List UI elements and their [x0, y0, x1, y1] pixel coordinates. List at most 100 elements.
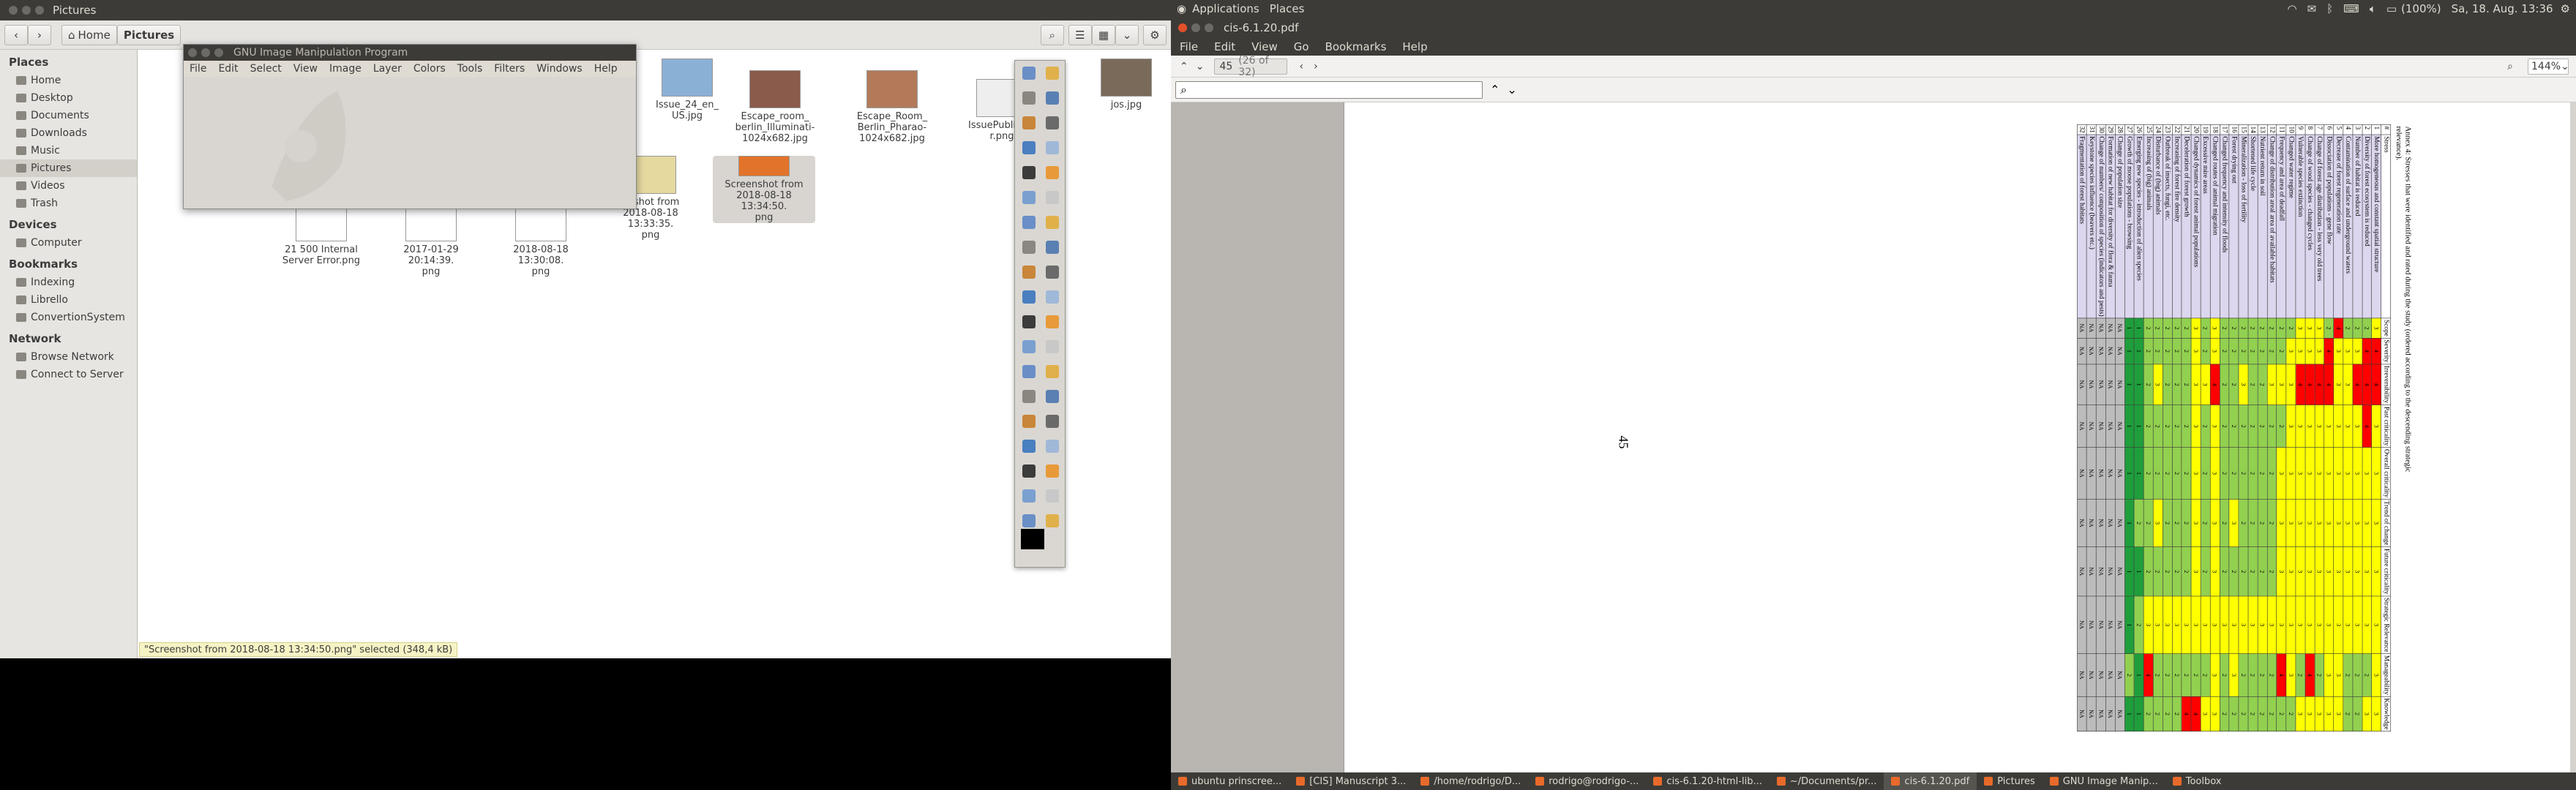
close-window-button[interactable]	[9, 6, 18, 15]
tool-icon[interactable]	[1046, 141, 1059, 154]
history-forward-icon[interactable]: ›	[1314, 61, 1318, 72]
tool-icon[interactable]	[1022, 141, 1036, 154]
evince-menu-item[interactable]: File	[1180, 40, 1198, 53]
tool-icon[interactable]	[1046, 340, 1059, 353]
sidebar-item[interactable]: Music	[0, 142, 137, 159]
file-thumbnail[interactable]: Escape_Room_ Berlin_Pharao- 1024x682.jpg	[841, 70, 943, 144]
tool-icon[interactable]	[1046, 266, 1059, 279]
gimp-menu-item[interactable]: Select	[250, 63, 282, 75]
sidebar-item[interactable]: Librello	[0, 291, 137, 309]
sidebar-item[interactable]: Indexing	[0, 274, 137, 291]
back-button[interactable]: ‹	[4, 24, 28, 45]
sidebar-item[interactable]: Trash	[0, 195, 137, 212]
tool-icon[interactable]	[1022, 216, 1036, 229]
breadcrumb-home[interactable]: ⌂ Home	[61, 24, 117, 45]
tool-icon[interactable]	[1046, 365, 1059, 378]
sidebar-item[interactable]: Browse Network	[0, 348, 137, 366]
sidebar-item[interactable]: Pictures	[0, 159, 137, 177]
keyboard-icon[interactable]: ⌨	[2343, 2, 2359, 15]
gimp-minimize-button[interactable]	[201, 48, 210, 57]
settings-button[interactable]: ⚙	[1143, 24, 1167, 45]
ubuntu-logo-icon[interactable]: ◉	[1177, 2, 1186, 15]
sidebar-item[interactable]: Desktop	[0, 89, 137, 107]
gimp-menu-item[interactable]: Windows	[536, 63, 583, 75]
tool-icon[interactable]	[1046, 464, 1059, 478]
applications-menu[interactable]: Applications	[1192, 2, 1259, 15]
tool-icon[interactable]	[1046, 241, 1059, 254]
forward-button[interactable]: ›	[28, 24, 51, 45]
find-previous-icon[interactable]: ⌃	[1490, 83, 1499, 97]
taskbar-item[interactable]: rodrigo@rodrigo-...	[1528, 772, 1646, 790]
evince-maximize-button[interactable]	[1205, 23, 1213, 32]
gimp-close-button[interactable]	[188, 48, 197, 57]
taskbar-item[interactable]: cis-6.1.20-html-lib...	[1646, 772, 1769, 790]
tool-icon[interactable]	[1022, 340, 1036, 353]
history-back-icon[interactable]: ‹	[1299, 61, 1303, 72]
evince-menu-item[interactable]: Help	[1402, 40, 1427, 53]
gimp-canvas[interactable]	[184, 77, 636, 208]
bluetooth-icon[interactable]: ᛒ	[2326, 2, 2333, 15]
tool-icon[interactable]	[1046, 116, 1059, 129]
tool-icon[interactable]	[1046, 415, 1059, 428]
breadcrumb-pictures[interactable]: Pictures	[116, 24, 181, 45]
sidebar-item[interactable]: ConvertionSystem	[0, 309, 137, 326]
tool-icon[interactable]	[1046, 489, 1059, 503]
wifi-icon[interactable]: ◠	[2287, 2, 2296, 15]
gimp-menu-item[interactable]: Help	[594, 63, 618, 75]
tool-icon[interactable]	[1022, 464, 1036, 478]
sidebar-item[interactable]: Videos	[0, 177, 137, 195]
sidebar-item[interactable]: Downloads	[0, 124, 137, 142]
mail-icon[interactable]: ✉	[2307, 2, 2317, 15]
file-thumbnail[interactable]: Issue_24_en_ US.jpg	[636, 59, 738, 121]
minimize-window-button[interactable]	[22, 6, 31, 15]
tool-icon[interactable]	[1022, 315, 1036, 328]
tool-icon[interactable]	[1046, 315, 1059, 328]
tool-icon[interactable]	[1046, 290, 1059, 304]
tool-icon[interactable]	[1022, 415, 1036, 428]
file-thumbnail[interactable]: Screenshot from 2018-08-18 13:34:50. png	[713, 156, 815, 223]
battery-icon[interactable]: ▭	[2386, 2, 2397, 15]
sidebar-item[interactable]: Connect to Server	[0, 366, 137, 383]
file-thumbnail[interactable]: 2017-01-29 20:14:39. png	[380, 203, 482, 277]
taskbar-item[interactable]: ~/Documents/pr...	[1770, 772, 1884, 790]
page-entry[interactable]: 45 (26 of 32)	[1214, 55, 1288, 78]
tool-icon[interactable]	[1022, 390, 1036, 403]
evince-menu-item[interactable]: View	[1251, 40, 1278, 53]
gimp-menu-item[interactable]: Edit	[218, 63, 238, 75]
tool-icon[interactable]	[1022, 266, 1036, 279]
evince-close-button[interactable]	[1178, 23, 1187, 32]
window-buttons[interactable]	[4, 6, 44, 15]
tool-icon[interactable]	[1022, 67, 1036, 80]
view-options-button[interactable]: ⌄	[1115, 24, 1139, 45]
sidebar-item[interactable]: Home	[0, 72, 137, 89]
search-icon[interactable]: ⌕	[2507, 61, 2513, 72]
tool-icon[interactable]	[1022, 191, 1036, 204]
tool-icon[interactable]	[1046, 166, 1059, 179]
sidebar-item[interactable]: Computer	[0, 234, 137, 252]
find-next-icon[interactable]: ⌄	[1507, 83, 1516, 97]
gimp-menu-item[interactable]: Filters	[494, 63, 525, 75]
tool-icon[interactable]	[1022, 241, 1036, 254]
tool-icon[interactable]	[1046, 191, 1059, 204]
tool-icon[interactable]	[1046, 514, 1059, 527]
file-thumbnail[interactable]: Escape_room_ berlin_Illuminati- 1024x682…	[724, 70, 826, 144]
gimp-menu-item[interactable]: Tools	[457, 63, 483, 75]
tool-icon[interactable]	[1046, 440, 1059, 453]
vertical-scrollbar[interactable]	[2570, 102, 2576, 772]
volume-icon[interactable]: 🔈︎	[2370, 2, 2376, 15]
taskbar-item[interactable]: GNU Image Manip...	[2043, 772, 2165, 790]
evince-document-area[interactable]: 45 Annex 4: Stresses that were identifie…	[1171, 102, 2576, 772]
evince-menu-item[interactable]: Edit	[1214, 40, 1235, 53]
gimp-menu-item[interactable]: File	[190, 63, 206, 75]
tool-icon[interactable]	[1022, 489, 1036, 503]
places-menu[interactable]: Places	[1270, 2, 1305, 15]
taskbar-item[interactable]: [CIS] Manuscript 3...	[1289, 772, 1413, 790]
tool-icon[interactable]	[1022, 91, 1036, 105]
tool-icon[interactable]	[1046, 67, 1059, 80]
taskbar-item[interactable]: cis-6.1.20.pdf	[1884, 772, 1977, 790]
taskbar-item[interactable]: /home/rodrigo/D...	[1413, 772, 1528, 790]
grid-view-button[interactable]: ▦	[1091, 24, 1115, 45]
tool-icon[interactable]	[1022, 514, 1036, 527]
gimp-menu-item[interactable]: Image	[329, 63, 362, 75]
gimp-menu-item[interactable]: Layer	[373, 63, 402, 75]
